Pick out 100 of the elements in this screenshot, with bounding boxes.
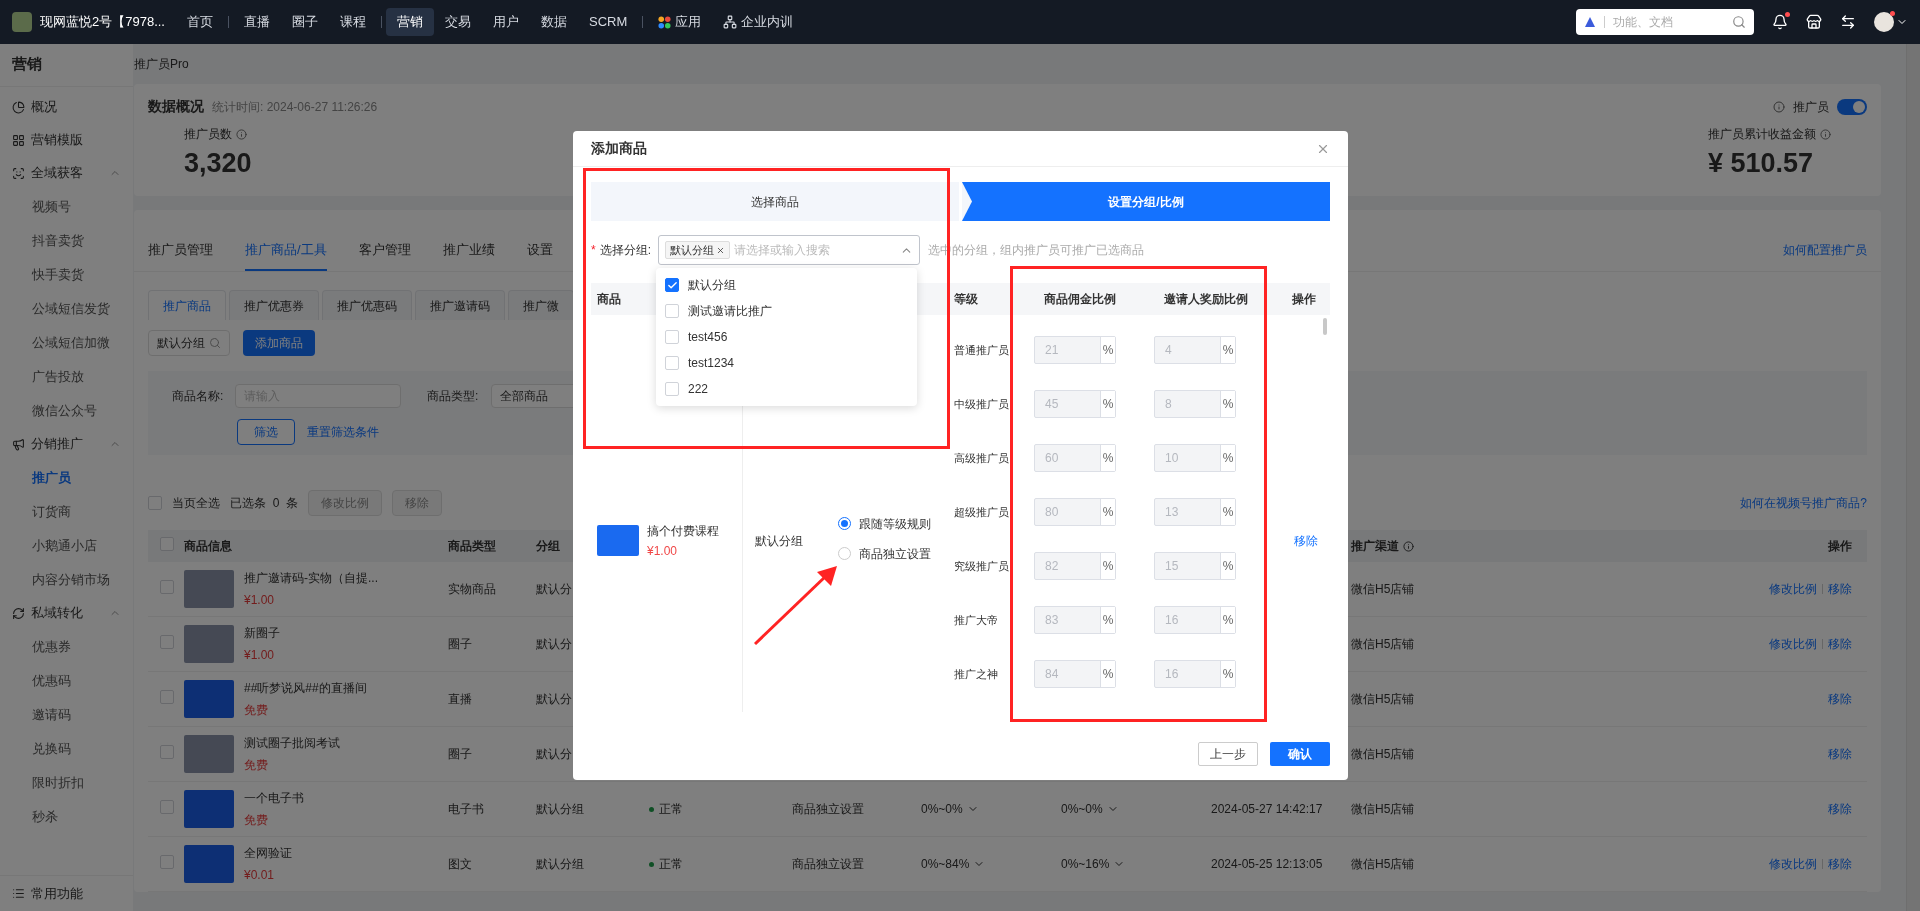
sidebar-subitem[interactable]: 优惠码: [0, 663, 133, 698]
subtab[interactable]: 推广优惠码: [322, 290, 412, 320]
radio-button[interactable]: [838, 517, 851, 530]
sidebar-subitem[interactable]: 限时折扣: [0, 765, 133, 800]
radio-button[interactable]: [838, 547, 851, 560]
row-action-link[interactable]: 修改比例: [1769, 855, 1817, 873]
sidebar-subitem[interactable]: 兑换码: [0, 731, 133, 766]
dropdown-option[interactable]: 默认分组: [656, 272, 917, 298]
column-header: 商品类型: [448, 538, 497, 555]
row-action-link[interactable]: 移除: [1828, 580, 1852, 598]
nav-item[interactable]: SCRM: [578, 8, 639, 36]
filter-button[interactable]: 筛选: [237, 419, 295, 445]
subtab[interactable]: 推广商品: [148, 290, 226, 320]
nav-item[interactable]: 应用: [647, 8, 713, 36]
help-link[interactable]: 如何在视频号推广商品?: [1740, 494, 1867, 512]
row-action-link[interactable]: 移除: [1828, 855, 1852, 873]
reset-link[interactable]: 重置筛选条件: [307, 423, 379, 441]
product-price: 免费: [244, 812, 269, 829]
sidebar-subitem[interactable]: 公域短信加微: [0, 325, 133, 360]
sidebar-subitem[interactable]: 推广员: [0, 460, 133, 495]
sidebar-subitem[interactable]: 优惠券: [0, 629, 133, 664]
avatar[interactable]: [1874, 12, 1894, 32]
sidebar-subitem[interactable]: 快手卖货: [0, 257, 133, 292]
row-action-link[interactable]: 修改比例: [1769, 580, 1817, 598]
product-name[interactable]: 全网验证: [244, 844, 292, 862]
remove-link[interactable]: 移除: [1294, 531, 1318, 550]
nav-item[interactable]: 营销: [386, 8, 434, 36]
subtab[interactable]: 推广优惠券: [229, 290, 319, 320]
sidebar-subitem[interactable]: 秒杀: [0, 799, 133, 834]
tab[interactable]: 推广业绩: [442, 239, 495, 271]
sidebar-subitem[interactable]: 广告投放: [0, 359, 133, 394]
ratio-range[interactable]: 0%~0%: [921, 800, 963, 818]
product-name[interactable]: 一个电子书: [244, 789, 304, 807]
level-name: 超级推广员: [954, 504, 1010, 520]
scrollbar-thumb[interactable]: [1323, 318, 1327, 335]
store-icon[interactable]: [1806, 14, 1822, 30]
radio-label[interactable]: 跟随等级规则: [859, 514, 931, 533]
sidebar-subitem[interactable]: 订货商: [0, 494, 133, 529]
product-name[interactable]: 测试圈子批阅考试: [244, 734, 340, 752]
bell-icon[interactable]: [1772, 14, 1788, 30]
tab[interactable]: 推广员管理: [148, 239, 213, 271]
sidebar-subitem[interactable]: 内容分销市场: [0, 562, 133, 597]
sidebar-subitem[interactable]: 公域短信发货: [0, 291, 133, 326]
sidebar-item[interactable]: 概况: [0, 90, 133, 124]
dropdown-option[interactable]: test456: [656, 324, 917, 350]
dialog-button[interactable]: 确认: [1270, 742, 1330, 766]
shop-name[interactable]: 现网蓝悦2号【7978...: [40, 12, 168, 32]
row-action-link[interactable]: 移除: [1828, 635, 1852, 653]
help-link[interactable]: 如何配置推广员: [1783, 241, 1867, 271]
sidebar-subitem[interactable]: 微信公众号: [0, 393, 133, 428]
sidebar-subitem[interactable]: 邀请码: [0, 697, 133, 732]
product-price: ¥1.00: [647, 542, 679, 560]
sidebar-footer-item[interactable]: 常用功能: [31, 883, 83, 904]
row-action-link[interactable]: 修改比例: [1769, 635, 1817, 653]
row-action-link[interactable]: 移除: [1828, 800, 1852, 818]
close-icon[interactable]: [715, 245, 725, 255]
group-select[interactable]: 默认分组 请选择或输入搜索: [657, 235, 920, 265]
dropdown-option[interactable]: 222: [656, 376, 917, 402]
product-name[interactable]: 推广邀请码-实物（自提...: [244, 569, 378, 587]
nav-item[interactable]: 用户: [482, 8, 530, 36]
product-name[interactable]: 新圈子: [244, 624, 280, 642]
product-name[interactable]: ##听梦说风##的直播间: [244, 679, 367, 697]
dropdown-option[interactable]: test1234: [656, 350, 917, 376]
nav-item[interactable]: 课程: [329, 8, 377, 36]
sidebar-subitem[interactable]: 视频号: [0, 189, 133, 224]
radio-label[interactable]: 商品独立设置: [859, 544, 931, 563]
tab[interactable]: 设置: [526, 239, 553, 271]
subtab[interactable]: 推广邀请码: [415, 290, 505, 320]
nav-item[interactable]: 圈子: [281, 8, 329, 36]
subtab[interactable]: 推广微: [508, 290, 574, 320]
sidebar-item[interactable]: 营销模版: [0, 123, 133, 157]
group-name: 默认分组: [755, 532, 803, 550]
tab[interactable]: 推广商品/工具: [245, 239, 327, 271]
nav-item[interactable]: 直播: [233, 8, 281, 36]
sidebar-item[interactable]: 分销推广: [0, 427, 133, 461]
nav-item[interactable]: 数据: [530, 8, 578, 36]
dialog-button[interactable]: 上一步: [1198, 742, 1258, 766]
search-field[interactable]: 功能、文档: [1576, 9, 1754, 35]
add-product-button[interactable]: 添加商品: [243, 330, 315, 356]
sidebar-subitem[interactable]: 小鹅通小店: [0, 528, 133, 563]
sidebar-item[interactable]: 全域获客: [0, 156, 133, 190]
toggle-switch[interactable]: [1837, 98, 1867, 115]
sidebar-item[interactable]: 私域转化: [0, 596, 133, 630]
row-action-link[interactable]: 移除: [1828, 745, 1852, 763]
ratio-range[interactable]: 0%~16%: [1061, 855, 1110, 873]
checkbox[interactable]: [665, 278, 679, 292]
swap-icon[interactable]: [1840, 14, 1856, 30]
dropdown-option[interactable]: 测试邀请比推广: [656, 298, 917, 324]
group-search-field[interactable]: 默认分组: [148, 330, 230, 356]
tab[interactable]: 客户管理: [358, 239, 411, 271]
breadcrumb[interactable]: 推广员Pro: [134, 55, 189, 73]
tag[interactable]: 默认分组: [664, 241, 730, 259]
nav-item[interactable]: 首页: [176, 8, 224, 36]
page-scrollbar[interactable]: [1906, 44, 1920, 911]
row-action-link[interactable]: 移除: [1828, 690, 1852, 708]
sidebar-subitem[interactable]: 抖音卖货: [0, 223, 133, 258]
ratio-range[interactable]: 0%~84%: [921, 855, 970, 873]
ratio-range[interactable]: 0%~0%: [1061, 800, 1103, 818]
nav-item[interactable]: 企业内训: [712, 8, 805, 36]
nav-item[interactable]: 交易: [434, 8, 482, 36]
